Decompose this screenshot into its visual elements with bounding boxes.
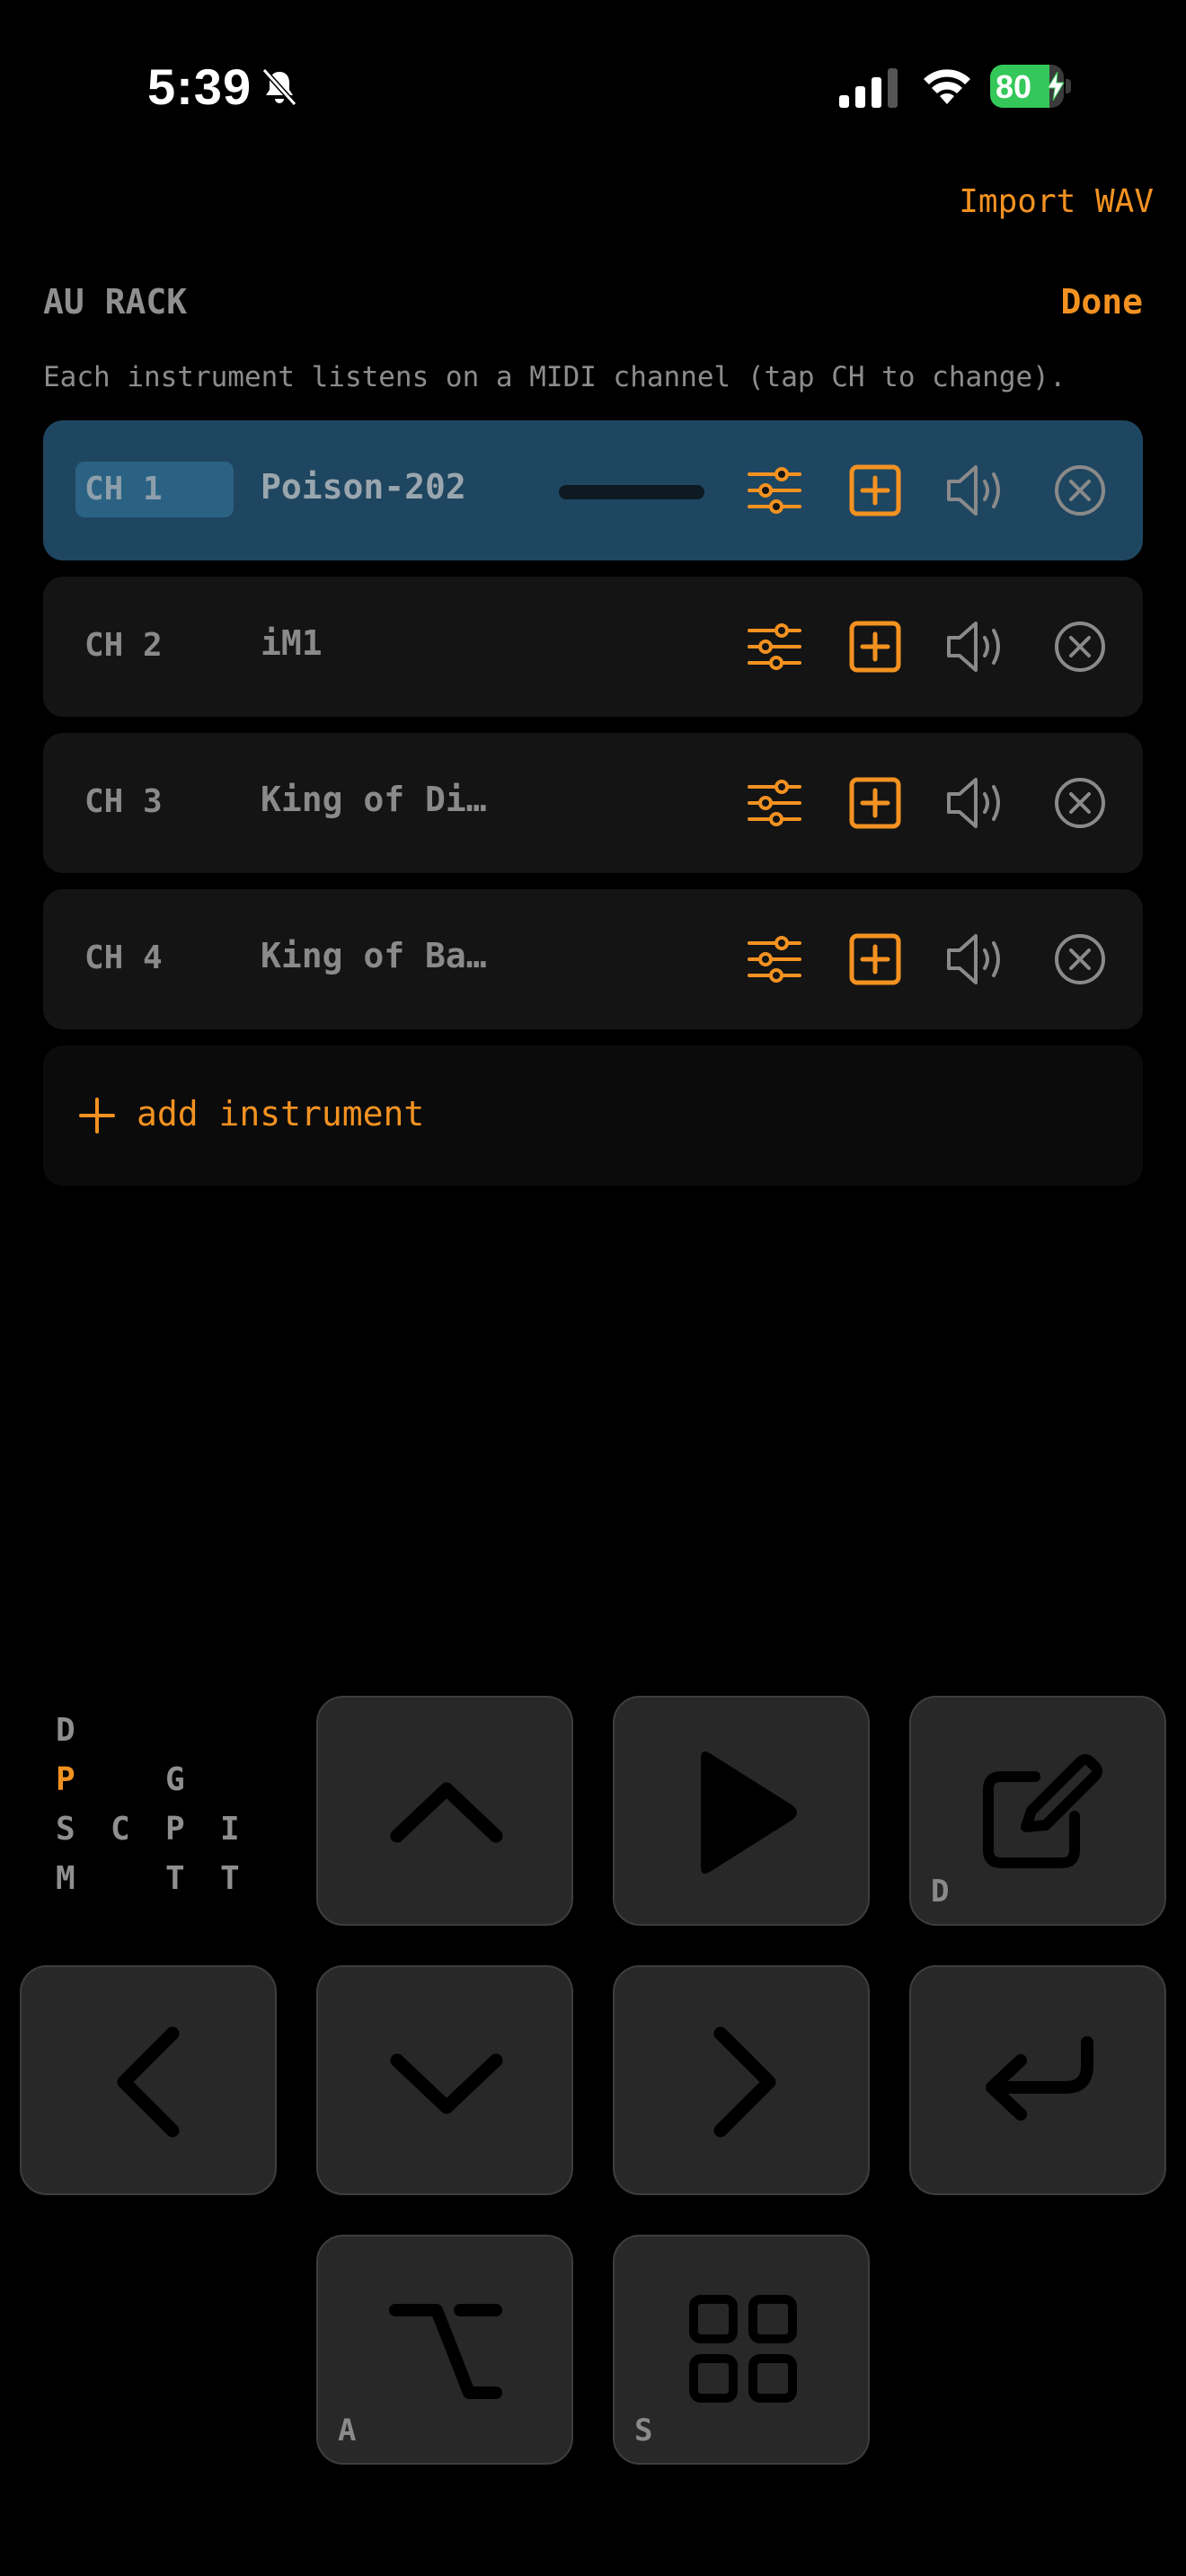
enter-key[interactable] bbox=[909, 1965, 1166, 2195]
key-hint: A bbox=[338, 2413, 357, 2448]
import-wav-button[interactable]: Import WAV bbox=[959, 183, 1154, 220]
chevron-down-icon bbox=[390, 2053, 503, 2114]
play-key[interactable] bbox=[613, 1696, 870, 1926]
instrument-name: King of Ba… bbox=[261, 936, 487, 975]
play-icon bbox=[701, 1751, 797, 1874]
mode-letter: P bbox=[165, 1811, 185, 1848]
remove-circle-icon[interactable] bbox=[1046, 613, 1114, 681]
chevron-up-icon bbox=[390, 1782, 503, 1843]
sliders-icon[interactable] bbox=[740, 769, 809, 837]
chevron-left-icon bbox=[117, 2026, 180, 2138]
speaker-icon[interactable] bbox=[942, 769, 1010, 837]
sliders-icon[interactable] bbox=[740, 456, 809, 525]
hint-text: Each instrument listens on a MIDI channe… bbox=[43, 361, 1067, 393]
speaker-icon[interactable] bbox=[942, 925, 1010, 993]
page-title: AU RACK bbox=[43, 282, 188, 322]
plus-square-icon[interactable] bbox=[841, 769, 909, 837]
key-hint: S bbox=[634, 2413, 653, 2448]
status-bar: 5:39 80 bbox=[0, 0, 1186, 171]
channel-button[interactable]: CH 2 bbox=[75, 618, 234, 674]
rack-row[interactable]: CH 4 King of Ba… bbox=[43, 889, 1143, 1029]
plus-square-icon[interactable] bbox=[841, 456, 909, 525]
channel-button[interactable]: CH 1 bbox=[75, 462, 234, 517]
speaker-icon[interactable] bbox=[942, 613, 1010, 681]
mode-letter: S bbox=[56, 1811, 75, 1848]
plus-square-icon[interactable] bbox=[841, 925, 909, 993]
wifi-icon bbox=[924, 69, 970, 104]
edit-key[interactable]: D bbox=[909, 1696, 1166, 1926]
rack-row[interactable]: CH 1 Poison-202 bbox=[43, 420, 1143, 560]
mode-letter: M bbox=[56, 1860, 75, 1897]
grid-icon bbox=[689, 2295, 797, 2403]
sliders-icon[interactable] bbox=[740, 613, 809, 681]
grid-key[interactable]: S bbox=[613, 2235, 870, 2465]
mode-letter: T bbox=[220, 1860, 240, 1897]
status-time: 5:39 bbox=[147, 58, 252, 115]
mode-grid: D P G S C P I M T T bbox=[40, 1712, 273, 1910]
remove-circle-icon[interactable] bbox=[1046, 769, 1114, 837]
bell-slash-icon bbox=[261, 67, 297, 107]
chevron-right-icon bbox=[713, 2026, 776, 2138]
key-hint: D bbox=[931, 1874, 950, 1910]
battery-percent: 80 bbox=[996, 68, 1032, 105]
mode-letter: T bbox=[165, 1860, 185, 1897]
option-key-icon bbox=[389, 2304, 502, 2399]
instrument-name: King of Di… bbox=[261, 780, 487, 819]
option-key[interactable]: A bbox=[316, 2235, 573, 2465]
right-key[interactable] bbox=[613, 1965, 870, 2195]
edit-icon bbox=[983, 1754, 1102, 1868]
speaker-icon[interactable] bbox=[942, 456, 1010, 525]
mode-letter: G bbox=[165, 1761, 185, 1798]
cellular-signal-icon bbox=[839, 68, 898, 108]
down-key[interactable] bbox=[316, 1965, 573, 2195]
rack-row[interactable]: CH 2 iM1 bbox=[43, 577, 1143, 717]
channel-button[interactable]: CH 3 bbox=[75, 774, 234, 830]
left-key[interactable] bbox=[20, 1965, 277, 2195]
sliders-icon[interactable] bbox=[740, 925, 809, 993]
remove-circle-icon[interactable] bbox=[1046, 925, 1114, 993]
mode-letter: C bbox=[111, 1811, 130, 1848]
up-key[interactable] bbox=[316, 1696, 573, 1926]
bolt-icon bbox=[1047, 72, 1065, 101]
battery-charging-icon: 80 bbox=[990, 65, 1071, 108]
mode-letter: D bbox=[56, 1712, 75, 1749]
return-icon bbox=[986, 2036, 1093, 2121]
instrument-name: iM1 bbox=[261, 623, 323, 663]
instrument-name: Poison-202 bbox=[261, 467, 466, 507]
channel-button[interactable]: CH 4 bbox=[75, 931, 234, 986]
plus-square-icon[interactable] bbox=[841, 613, 909, 681]
rack-row[interactable]: CH 3 King of Di… bbox=[43, 733, 1143, 873]
add-instrument-button[interactable]: add instrument bbox=[43, 1045, 1143, 1186]
remove-circle-icon[interactable] bbox=[1046, 456, 1114, 525]
mode-letter-active: P bbox=[56, 1761, 75, 1798]
plus-icon bbox=[79, 1098, 115, 1134]
done-button[interactable]: Done bbox=[1060, 282, 1143, 322]
add-instrument-label: add instrument bbox=[137, 1094, 425, 1134]
level-meter bbox=[559, 485, 704, 499]
mode-letter: I bbox=[220, 1811, 240, 1848]
